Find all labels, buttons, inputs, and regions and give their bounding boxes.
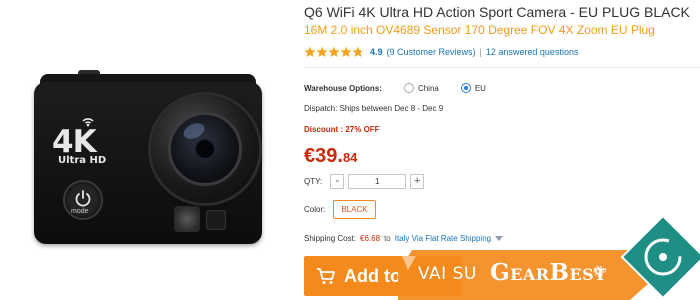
cart-icon bbox=[317, 268, 335, 284]
divider bbox=[304, 67, 700, 68]
radio-icon[interactable] bbox=[403, 83, 414, 93]
color-label: Color: bbox=[304, 205, 326, 214]
star-icon bbox=[304, 46, 316, 57]
product-title: Q6 WiFi 4K Ultra HD Action Sport Camera … bbox=[304, 4, 690, 20]
add-to-cart-label: Add to bbox=[344, 265, 401, 286]
star-icon bbox=[316, 46, 328, 57]
reviews-link[interactable]: (9 Customer Reviews) bbox=[387, 47, 476, 57]
shipping-label: Shipping Cost: bbox=[304, 234, 357, 243]
warehouse-row: Warehouse Options: China EU bbox=[304, 83, 486, 93]
radio-selected-icon[interactable] bbox=[460, 83, 471, 93]
color-option-black[interactable]: BLACK bbox=[333, 200, 376, 219]
star-rating bbox=[304, 46, 364, 58]
star-half-icon bbox=[352, 46, 364, 57]
quantity-plus-button[interactable]: + bbox=[410, 174, 425, 189]
product-subtitle: 16M 2.0 inch OV4689 Sensor 170 Degree FO… bbox=[304, 23, 655, 37]
shipping-cost: €6.68 bbox=[360, 234, 381, 243]
quantity-stepper: - 1 + bbox=[330, 174, 425, 189]
rating-value: 4.9 bbox=[370, 47, 383, 57]
quantity-row: QTY: - 1 + bbox=[304, 174, 425, 189]
warehouse-option-china[interactable]: China bbox=[403, 83, 439, 93]
color-row: Color: BLACK bbox=[304, 200, 376, 219]
camera-mode-label: mode bbox=[71, 208, 89, 215]
star-icon bbox=[340, 46, 352, 57]
price-main: €39. bbox=[304, 145, 343, 167]
product-image: 4K Ultra HD mode bbox=[0, 0, 296, 300]
camera-indicator bbox=[206, 210, 226, 230]
warehouse-option-label: China bbox=[417, 83, 439, 93]
gearbest-logo: GearBest bbox=[490, 259, 607, 286]
warehouse-option-eu[interactable]: EU bbox=[460, 83, 486, 93]
price-cents: 84 bbox=[342, 150, 358, 165]
lens-core bbox=[194, 138, 216, 160]
banner-text: VAI SU bbox=[418, 264, 477, 284]
gear-icon bbox=[593, 265, 605, 277]
rating-separator: | bbox=[479, 47, 482, 57]
price: €39.84 bbox=[304, 145, 357, 168]
shipping-to: to bbox=[384, 234, 391, 243]
gearbest-diamond-icon[interactable] bbox=[620, 214, 700, 300]
answered-questions-link[interactable]: 12 answered questions bbox=[486, 47, 579, 57]
camera-uhd-label: Ultra HD bbox=[58, 155, 107, 166]
quantity-label: QTY: bbox=[304, 177, 323, 186]
camera-sensor bbox=[174, 206, 200, 232]
shipping-method-dropdown[interactable]: Italy Via Flat Rate Shipping bbox=[395, 234, 491, 243]
warehouse-label: Warehouse Options: bbox=[304, 83, 382, 93]
quantity-input[interactable]: 1 bbox=[348, 174, 407, 189]
chevron-down-icon[interactable] bbox=[495, 235, 504, 242]
quantity-minus-button[interactable]: - bbox=[330, 174, 345, 189]
shipping-row: Shipping Cost: €6.68 to Italy Via Flat R… bbox=[304, 234, 504, 243]
dispatch-text: Dispatch: Ships between Dec 8 - Dec 9 bbox=[304, 104, 444, 113]
rating-row: 4.9 (9 Customer Reviews) | 12 answered q… bbox=[304, 45, 578, 59]
discount-text: Discount : 27% OFF bbox=[304, 125, 380, 134]
power-icon bbox=[75, 190, 91, 207]
star-icon bbox=[328, 46, 340, 57]
warehouse-option-label: EU bbox=[474, 83, 486, 93]
